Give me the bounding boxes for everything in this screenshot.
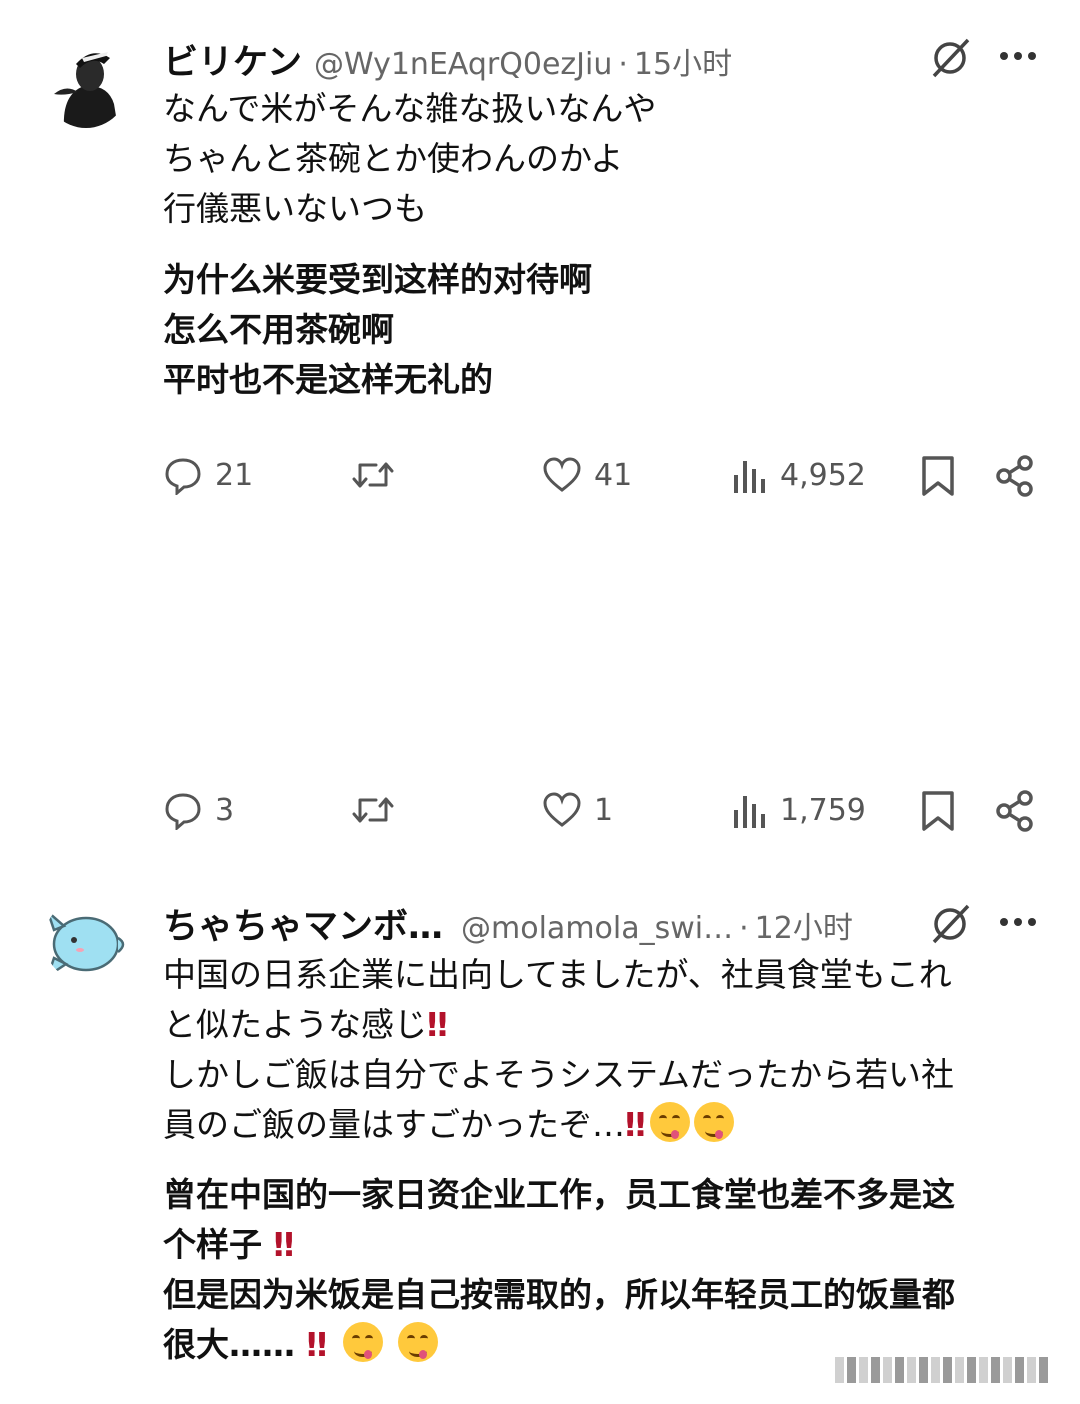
- text-line: 为什么米要受到这样的对待啊: [163, 260, 592, 299]
- bookmark-button[interactable]: [920, 455, 956, 497]
- like-icon: [543, 792, 581, 827]
- avatar[interactable]: [44, 898, 128, 982]
- post-time[interactable]: 15小时: [634, 39, 732, 83]
- share-icon: [996, 790, 1033, 832]
- like-icon: [543, 457, 581, 492]
- post-header: ちゃちゃマンボ… @molamola_swi… · 12小时: [163, 898, 853, 949]
- grok-icon[interactable]: [928, 36, 972, 80]
- yum-emoji-icon: [398, 1322, 439, 1362]
- user-handle[interactable]: @Wy1nEAqrQ0ezJiu: [314, 47, 612, 82]
- avatar[interactable]: [44, 44, 128, 128]
- yum-emoji-icon: [342, 1322, 383, 1362]
- text-line: 平时也不是这样无礼的: [163, 360, 493, 399]
- like-count: 41: [594, 457, 633, 493]
- reply-icon: [165, 458, 201, 495]
- text-line: 但是因为米饭是自己按需取的，所以年轻员工的饭量都: [163, 1275, 955, 1314]
- separator: ·: [739, 911, 749, 946]
- more-icon[interactable]: [998, 900, 1038, 949]
- views-count: 4,952: [780, 457, 866, 493]
- post-time[interactable]: 12小时: [755, 903, 853, 947]
- views-button[interactable]: 1,759: [732, 790, 866, 830]
- retweet-icon: [352, 797, 394, 823]
- share-button[interactable]: [995, 790, 1035, 832]
- share-icon: [996, 455, 1033, 497]
- post-text-japanese: 中国の日系企業に出向してましたが、社員食堂もこれ と似たような感じ‼ しかしご飯…: [163, 950, 954, 1150]
- retweet-button[interactable]: [350, 455, 396, 495]
- text-line: 行儀悪いないつも: [163, 189, 427, 228]
- watermark-stripes: [835, 1357, 1057, 1383]
- text-line: なんで米がそんな雑な扱いなんや: [163, 89, 657, 128]
- text-line: しかしご飯は自分でよそうシステムだったから若い社: [163, 1055, 955, 1094]
- reply-button[interactable]: 3: [163, 790, 234, 830]
- post-text-chinese: 为什么米要受到这样的对待啊 怎么不用茶碗啊 平时也不是这样无礼的: [163, 255, 592, 405]
- views-count: 1,759: [780, 792, 866, 828]
- bookmark-icon: [922, 456, 954, 496]
- double-exclamation-icon: ‼: [306, 1325, 328, 1364]
- text-line: 中国の日系企業に出向してましたが、社員食堂もこれ: [163, 955, 952, 994]
- double-exclamation-icon: ‼: [625, 1105, 646, 1144]
- action-bar: 21 41 4,952: [0, 455, 1080, 505]
- bookmark-icon: [922, 791, 954, 831]
- text-line: 員のご飯の量はすごかったぞ…‼: [163, 1100, 954, 1150]
- reply-count: 21: [215, 457, 254, 493]
- separator: ·: [618, 47, 628, 82]
- views-icon: [734, 461, 765, 493]
- display-name[interactable]: ビリケン: [163, 34, 302, 85]
- double-exclamation-icon: ‼: [273, 1225, 295, 1264]
- retweet-icon: [352, 462, 394, 488]
- like-button[interactable]: 1: [542, 790, 613, 830]
- post-text-chinese: 曾在中国的一家日资企业工作，员工食堂也差不多是这 个样子 ‼ 但是因为米饭是自己…: [163, 1170, 955, 1370]
- text-line: 怎么不用茶碗啊: [163, 310, 394, 349]
- display-name[interactable]: ちゃちゃマンボ…: [163, 898, 443, 949]
- more-icon[interactable]: [998, 34, 1038, 83]
- views-button[interactable]: 4,952: [732, 455, 866, 495]
- reply-icon: [165, 793, 201, 830]
- post-header: ビリケン @Wy1nEAqrQ0ezJiu · 15小时: [163, 34, 732, 85]
- like-count: 1: [594, 792, 614, 828]
- like-button[interactable]: 41: [542, 455, 632, 495]
- double-exclamation-icon: ‼: [427, 1005, 448, 1044]
- post-text-japanese: なんで米がそんな雑な扱いなんや ちゃんと茶碗とか使わんのかよ 行儀悪いないつも: [163, 84, 656, 234]
- text-line: 曾在中国的一家日资企业工作，员工食堂也差不多是这: [163, 1175, 955, 1214]
- retweet-button[interactable]: [350, 790, 396, 830]
- views-icon: [734, 796, 765, 828]
- yum-emoji-icon: [649, 1102, 690, 1142]
- user-handle[interactable]: @molamola_swi…: [461, 911, 733, 946]
- grok-icon[interactable]: [928, 902, 972, 946]
- yum-emoji-icon: [693, 1102, 734, 1142]
- bookmark-button[interactable]: [920, 790, 956, 832]
- share-button[interactable]: [995, 455, 1035, 497]
- text-line: ちゃんと茶碗とか使わんのかよ: [163, 139, 624, 178]
- action-bar: 3 1 1,759: [0, 790, 1080, 840]
- reply-button[interactable]: 21: [163, 455, 253, 495]
- post-2: ちゃちゃマンボ… @molamola_swi… · 12小时 中国の日系企業に出…: [0, 880, 1080, 1400]
- text-line: 个样子 ‼: [163, 1225, 295, 1264]
- reply-count: 3: [215, 792, 235, 828]
- post-1: ビリケン @Wy1nEAqrQ0ezJiu · 15小时 なんで米がそんな雑な扱…: [0, 0, 1080, 520]
- text-line: と似たような感じ‼: [163, 1005, 448, 1044]
